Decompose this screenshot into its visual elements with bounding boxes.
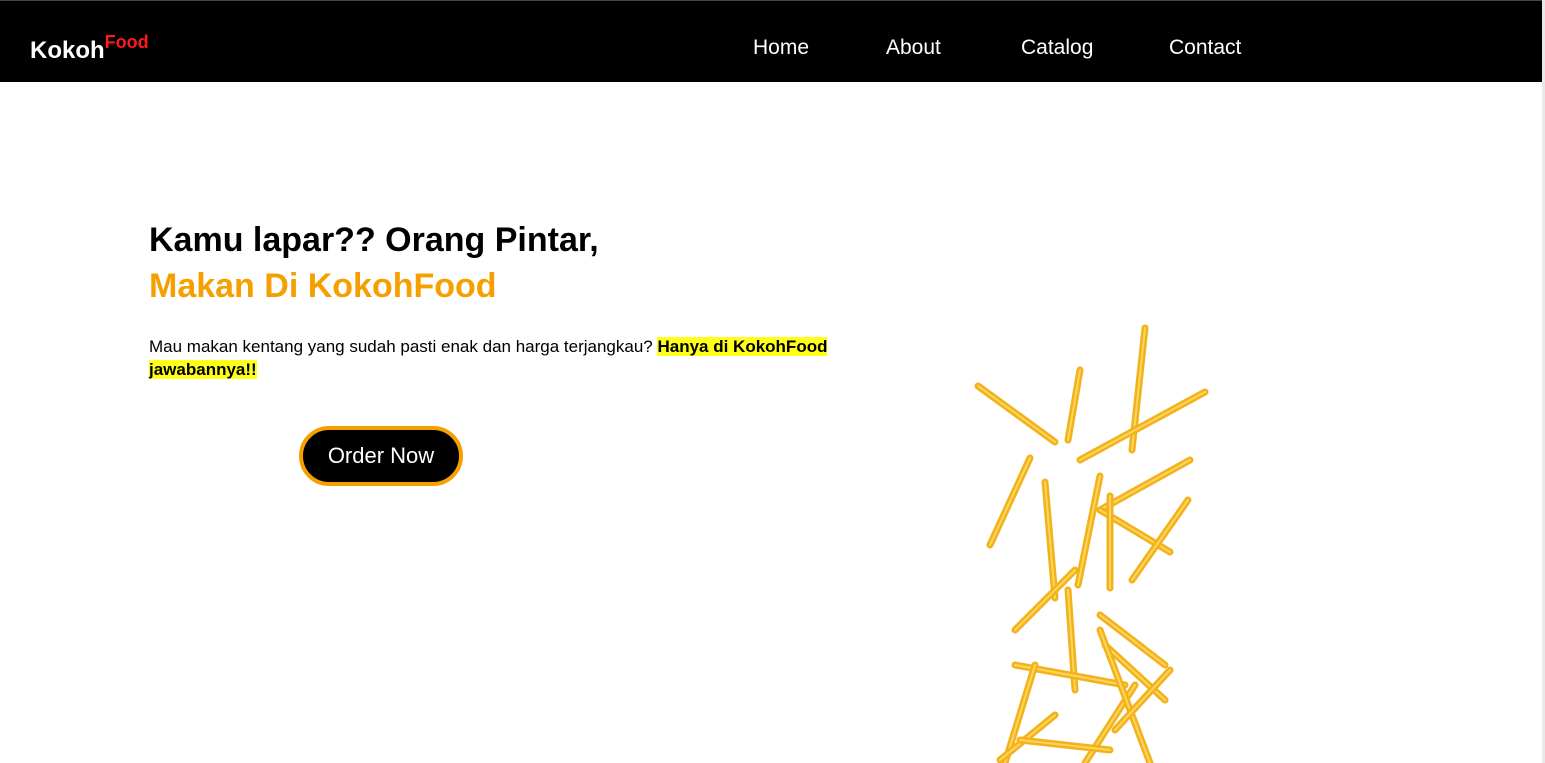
hero-headline: Kamu lapar?? Orang Pintar,	[149, 221, 599, 259]
french-fry-highlight	[1079, 391, 1206, 461]
hero-description-text: Mau makan kentang yang sudah pasti enak …	[149, 337, 658, 356]
hero-subheadline: Makan Di KokohFood	[149, 267, 497, 305]
nav-link-about[interactable]: About	[886, 35, 941, 61]
brand-superscript: Food	[104, 32, 149, 52]
top-navbar: KokohFood Home About Catalog Contact	[0, 0, 1545, 82]
falling-fries-image	[974, 324, 1209, 763]
brand-name: Kokoh	[30, 37, 105, 64]
french-fry-highlight	[1067, 369, 1081, 441]
nav-link-catalog[interactable]: Catalog	[1021, 35, 1093, 61]
nav-link-contact[interactable]: Contact	[1169, 35, 1241, 61]
french-fry-highlight	[977, 385, 1056, 443]
brand-logo[interactable]: KokohFood	[30, 32, 149, 66]
french-fry-highlight	[1131, 499, 1189, 581]
hero-description: Mau makan kentang yang sudah pasti enak …	[149, 335, 869, 381]
nav-link-home[interactable]: Home	[753, 35, 809, 61]
french-fry-highlight	[989, 457, 1031, 546]
order-now-button[interactable]: Order Now	[299, 426, 463, 486]
french-fry-highlight	[1077, 475, 1101, 586]
